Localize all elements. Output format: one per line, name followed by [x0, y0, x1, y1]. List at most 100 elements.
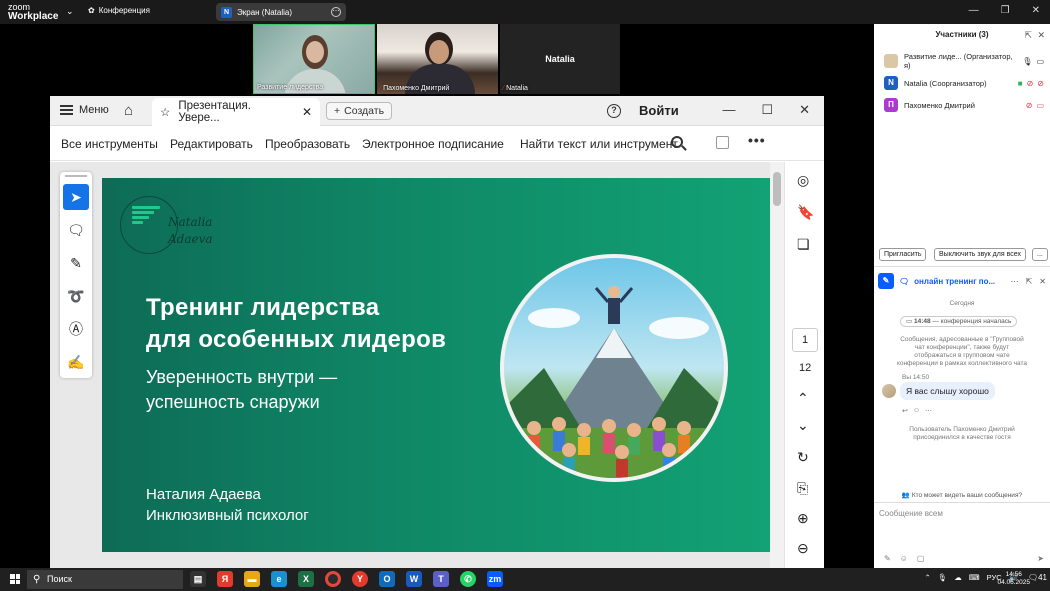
minimize-icon[interactable]: — [722, 102, 735, 118]
zoom-taskbar-icon[interactable]: zm [487, 571, 503, 587]
page-up-icon[interactable]: ⌃ [797, 390, 809, 407]
help-icon[interactable]: ? [607, 104, 621, 118]
video-tile-host[interactable]: Развитие лидерства [253, 24, 375, 94]
toolbar-find[interactable]: Найти текст или инструмент [520, 137, 678, 151]
yandex-icon[interactable]: Я [217, 571, 233, 587]
emoji-icon[interactable]: ☺ [913, 407, 920, 415]
outlook-icon[interactable]: O [379, 571, 395, 587]
participant-name: Развитие лиде... (Организатор, я) [904, 52, 1013, 70]
more-icon[interactable]: ⋯ [925, 407, 932, 415]
camera-off-icon: ▭ [1036, 100, 1044, 110]
page-number-input[interactable]: 1 [792, 328, 818, 352]
vertical-scrollbar[interactable] [770, 162, 784, 568]
chrome-icon[interactable] [325, 571, 341, 587]
conference-menu[interactable]: ✿ Конференция [88, 6, 150, 15]
highlight-tool-icon[interactable]: ✎ [63, 250, 89, 276]
view-options-icon[interactable]: ⋯ [331, 7, 341, 17]
screen: zoom Workplace ⌄ ✿ Конференция N Экран (… [0, 0, 1050, 591]
word-icon[interactable]: W [406, 571, 422, 587]
participant-row[interactable]: Развитие лиде... (Организатор, я) 🎙 ▭ [884, 52, 1044, 70]
select-tool-icon[interactable]: ➤ [63, 184, 89, 210]
notification-icon[interactable]: 🗨41 [1028, 573, 1047, 582]
toolbar-convert[interactable]: Преобразовать [265, 137, 350, 151]
search-icon[interactable] [671, 136, 683, 148]
sign-tool-icon[interactable]: ✍ [63, 349, 89, 375]
mic-muted-icon: ⊘ [1026, 78, 1034, 88]
clock[interactable]: 14:56 04.06.2025 [997, 571, 1030, 587]
close-icon[interactable]: ✕ [1039, 277, 1046, 286]
close-icon[interactable]: ✕ [1032, 5, 1040, 16]
file-icon[interactable]: ▢ [917, 554, 925, 563]
save-icon[interactable] [716, 136, 729, 149]
popout-icon[interactable]: ⇱ [1024, 24, 1032, 46]
send-icon[interactable]: ➤ [1037, 554, 1044, 563]
participants-header: Участники (3) ⇱ ✕ [874, 24, 1050, 46]
participant-row[interactable]: П Пахоменко Дмитрий ⊘ ▭ [884, 96, 1044, 114]
close-icon[interactable]: ✕ [799, 102, 810, 118]
mute-all-button[interactable]: Выключить звук для всех [934, 248, 1026, 261]
toolbar-esign[interactable]: Электронное подписание [362, 137, 504, 151]
comment-tool-icon[interactable]: 🗨 [63, 217, 89, 243]
minimize-icon[interactable]: — [969, 5, 979, 16]
maximize-icon[interactable]: ☐ [761, 102, 773, 118]
chevron-down-icon[interactable]: ⌄ [66, 6, 74, 17]
bookmarks-icon[interactable]: 🔖 [797, 204, 814, 221]
keyboard-icon[interactable]: ⌨ [969, 573, 980, 582]
toolbar-all-tools[interactable]: Все инструменты [61, 137, 158, 151]
rotate-icon[interactable]: ↻ [797, 449, 809, 466]
page-down-icon[interactable]: ⌄ [797, 417, 809, 434]
folder-icon[interactable]: ▬ [244, 571, 260, 587]
home-icon[interactable]: ⌂ [124, 102, 133, 119]
create-label: Создать [344, 105, 385, 117]
draw-tool-icon[interactable]: ➰ [63, 283, 89, 309]
menu-label: Меню [79, 104, 109, 116]
teams-icon[interactable]: T [433, 571, 449, 587]
taskbar-search[interactable]: Поиск [27, 570, 183, 589]
login-button[interactable]: Войти [639, 103, 679, 118]
screen-share-pill[interactable]: N Экран (Natalia) ⋯ [216, 3, 346, 21]
reply-icon[interactable]: ↩ [902, 407, 908, 415]
excel-icon[interactable]: X [298, 571, 314, 587]
whatsapp-icon[interactable]: ✆ [460, 571, 476, 587]
chat-title[interactable]: онлайн тренинг по... [914, 277, 995, 286]
tab-close-icon[interactable]: ✕ [302, 105, 312, 119]
tab-document[interactable]: ☆ Презентация. Увере... ✕ [152, 98, 320, 126]
more-icon[interactable]: ⋯ [1011, 277, 1019, 286]
zoom-out-icon[interactable]: ⊖ [797, 540, 809, 557]
text-tool-icon[interactable]: Ⓐ [63, 316, 89, 342]
compose-divider [874, 502, 1050, 503]
close-icon[interactable]: ✕ [1037, 24, 1045, 46]
edge-icon[interactable]: e [271, 571, 287, 587]
extract-icon[interactable]: ⎘ [797, 480, 808, 497]
emoji-icon[interactable]: ☺ [900, 554, 908, 563]
tray-arrow-icon[interactable]: ⌃ [924, 573, 930, 582]
who-can-see-link[interactable]: 👥 Кто может видеть ваши сообщения? [874, 491, 1050, 499]
mic-icon[interactable]: 🎙 [938, 573, 948, 582]
zoom-in-icon[interactable]: ⊕ [797, 510, 809, 527]
edit-icon[interactable]: ✎ [878, 273, 894, 289]
toolbar-edit[interactable]: Редактировать [170, 137, 253, 151]
format-icon[interactable]: ✎ [884, 554, 891, 563]
rail-grip [65, 175, 87, 177]
popout-icon[interactable]: ⇱ [1026, 277, 1033, 286]
chat-compose-input[interactable]: Сообщение всем [879, 509, 943, 518]
windows-start-icon[interactable] [10, 574, 20, 584]
scrollbar-thumb[interactable] [773, 172, 781, 206]
chat-message[interactable]: Я вас слышу хорошо [900, 382, 995, 400]
more-button[interactable]: ... [1032, 248, 1048, 261]
star-icon[interactable]: ☆ [160, 105, 170, 119]
pages-icon[interactable]: ❏ [797, 236, 810, 253]
restore-icon[interactable]: ❐ [1001, 5, 1010, 16]
invite-button[interactable]: Пригласить [879, 248, 927, 261]
video-tile-natalia[interactable]: Natalia ⁄ Natalia [500, 24, 620, 94]
yandex-browser-icon[interactable]: Y [352, 571, 368, 587]
video-tile-participant[interactable]: ⁄ Пахоменко Дмитрий [377, 24, 498, 94]
task-view-icon[interactable]: ▤ [190, 571, 206, 587]
ai-assistant-icon[interactable]: ◎ [797, 172, 809, 189]
more-options-icon[interactable]: ••• [748, 132, 766, 148]
participant-row[interactable]: N Natalia (Соорганизатор) ■ ⊘ ⊘ [884, 74, 1044, 92]
menu-button[interactable]: Меню [60, 104, 109, 116]
zoom-logo[interactable]: zoom Workplace [8, 2, 58, 22]
create-button[interactable]: + Создать [326, 102, 393, 120]
cloud-icon[interactable]: ☁ [954, 573, 962, 582]
